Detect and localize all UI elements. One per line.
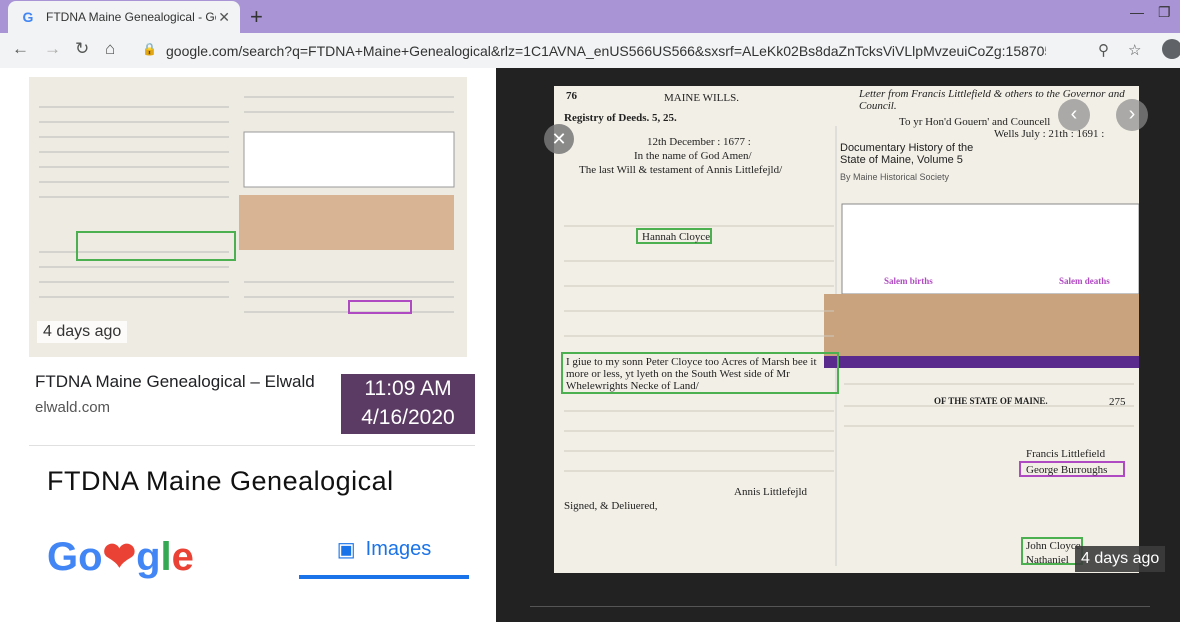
doc-page-number: 76 (566, 90, 577, 102)
images-tab[interactable]: ▣ Images (299, 529, 469, 579)
doc-hon-title: To yr Hon'd Gouern' and Councell (899, 116, 1051, 128)
bookmark-star-icon[interactable]: ☆ (1128, 41, 1141, 59)
doc-cloyce: John Cloyce (1026, 540, 1081, 552)
url-text[interactable]: google.com/search?q=FTDNA+Maine+Genealog… (166, 43, 1046, 59)
doc-letter-title: Letter from Francis Littlefield & others… (859, 88, 1125, 112)
forward-icon[interactable]: → (44, 39, 61, 59)
viewer-divider (530, 606, 1150, 607)
site-card-title: FTDNA Maine Genealogical (47, 466, 394, 496)
images-tab-label: Images (365, 537, 432, 560)
doc-signed: Signed, & Deliuered, (564, 500, 658, 512)
doc-will-title: The last Will & testament of Annis Littl… (579, 164, 783, 176)
doc-salem-deaths: Salem deaths (1059, 276, 1110, 286)
doc-state: OF THE STATE OF MAINE. (934, 396, 1048, 406)
profile-avatar[interactable] (1162, 39, 1180, 59)
doc-francis: Francis Littlefield (1026, 448, 1106, 460)
lock-icon: 🔒 (142, 42, 157, 56)
image-viewer: 76 MAINE WILLS. Letter from Francis Litt… (496, 68, 1180, 622)
result-thumbnail[interactable]: 4 days ago (29, 77, 467, 357)
next-image-icon[interactable]: › (1116, 99, 1148, 131)
overlay-time: 11:09 AM (364, 377, 452, 400)
document-image: 76 MAINE WILLS. Letter from Francis Litt… (554, 86, 1139, 573)
doc-society: By Maine Historical Society (840, 172, 950, 182)
viewer-time-badge: 4 days ago (1075, 546, 1166, 572)
new-tab-icon[interactable]: + (250, 4, 263, 30)
google-favicon-icon: G (22, 9, 34, 25)
maximize-icon[interactable]: ❐ (1158, 4, 1171, 21)
doc-nathaniel: Nathaniel (1026, 554, 1069, 566)
doc-dhs: Documentary History of the State of Main… (840, 142, 974, 166)
images-tab-indicator (299, 575, 469, 579)
google-logo: Go❤gle (47, 535, 194, 579)
doc-date: 12th December : 1677 : (647, 136, 751, 148)
tab-close-icon[interactable]: ✕ (218, 9, 230, 26)
toolbar: ← → ↻ ⌂ 🔒 google.com/search?q=FTDNA+Main… (0, 33, 1180, 69)
back-icon[interactable]: ← (12, 39, 29, 59)
close-viewer-icon[interactable]: ✕ (544, 124, 574, 154)
datetime-overlay: 11:09 AM 4/16/2020 (341, 374, 475, 434)
omnibox[interactable]: 🔒 google.com/search?q=FTDNA+Maine+Geneal… (130, 37, 1150, 64)
doc-registry: Registry of Deeds. 5, 25. (564, 112, 677, 124)
zoom-icon[interactable]: ⚲ (1098, 41, 1109, 59)
reload-icon[interactable]: ↻ (75, 39, 89, 59)
site-card[interactable]: FTDNA Maine Genealogical Go❤gle ▣ Images (29, 445, 475, 606)
results-panel: 4 days ago FTDNA Maine Genealogical – El… (0, 68, 496, 622)
thumbnail-document-image (39, 96, 455, 314)
result-title[interactable]: FTDNA Maine Genealogical – Elwald (35, 372, 315, 392)
minimize-icon[interactable]: — (1130, 4, 1144, 20)
home-icon[interactable]: ⌂ (105, 39, 115, 59)
doc-annis: Annis Littlefejld (734, 486, 808, 498)
thumbnail-time-badge: 4 days ago (37, 321, 128, 343)
doc-hannah: Hannah Cloyce (642, 231, 711, 243)
prev-image-icon[interactable]: ‹ (1058, 99, 1090, 131)
image-icon: ▣ (336, 538, 356, 561)
doc-header: MAINE WILLS. (664, 92, 739, 104)
doc-burroughs: George Burroughs (1026, 464, 1108, 476)
tab-title: FTDNA Maine Genealogical - Go (46, 10, 216, 24)
browser-tab[interactable]: G FTDNA Maine Genealogical - Go ✕ (8, 1, 240, 33)
doc-page275: 275 (1109, 396, 1126, 408)
result-site[interactable]: elwald.com (35, 399, 110, 416)
doc-peter-clause: I giue to my sonn Peter Cloyce too Acres… (566, 356, 817, 392)
overlay-date: 4/16/2020 (361, 406, 455, 429)
tab-strip: G FTDNA Maine Genealogical - Go ✕ + — ❐ (0, 0, 1180, 33)
doc-in-name: In the name of God Amen/ (634, 150, 752, 162)
doc-salem-births: Salem births (884, 276, 933, 286)
doc-wells: Wells July : 21th : 1691 : (994, 128, 1105, 140)
